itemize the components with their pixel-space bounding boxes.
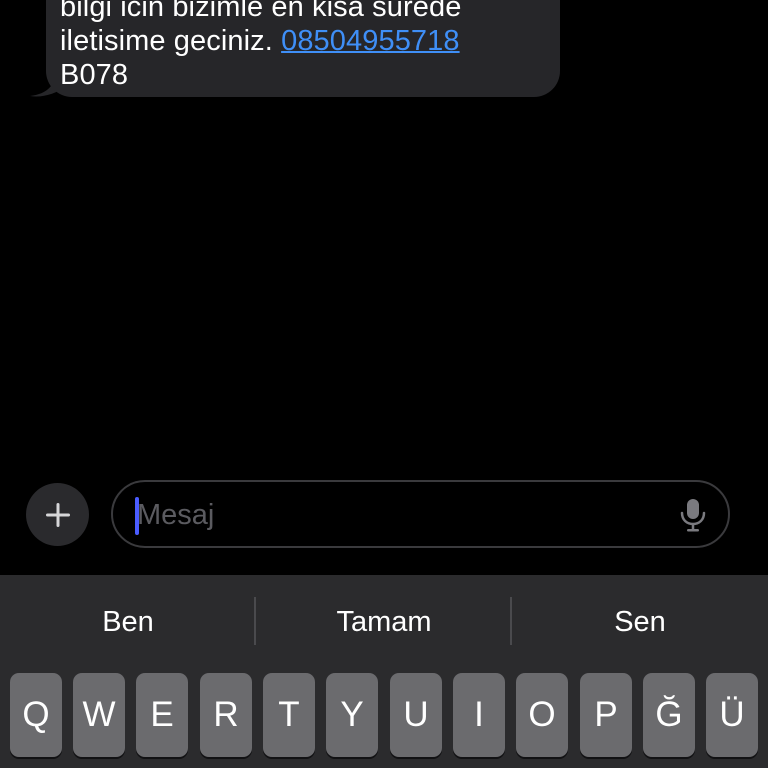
key-o[interactable]: O <box>516 673 568 757</box>
message-input-container[interactable] <box>111 480 730 548</box>
key-u-umlaut[interactable]: Ü <box>706 673 758 757</box>
message-line-1: bilgi icin bizimle en kisa surede <box>60 0 462 23</box>
keyboard-row-1: Q W E R T Y U I O P Ğ Ü <box>10 673 758 757</box>
phone-number-link[interactable]: 08504955718 <box>281 25 460 57</box>
key-u[interactable]: U <box>390 673 442 757</box>
suggestion-1[interactable]: Ben <box>0 597 256 647</box>
key-w[interactable]: W <box>73 673 125 757</box>
message-line-2: iletisime geciniz. 08504955718 <box>60 24 546 58</box>
key-t[interactable]: T <box>263 673 315 757</box>
key-r[interactable]: R <box>200 673 252 757</box>
message-line-3: B078 <box>60 59 129 91</box>
key-y[interactable]: Y <box>326 673 378 757</box>
key-p[interactable]: P <box>580 673 632 757</box>
key-e[interactable]: E <box>136 673 188 757</box>
predictive-text-bar: Ben Tamam Sen <box>0 575 768 669</box>
plus-icon <box>45 502 70 527</box>
messages-screen: bilgi icin bizimle en kisa surede iletis… <box>0 0 768 768</box>
keyboard: Ben Tamam Sen Q W E R T Y U I O P Ğ Ü <box>0 575 768 768</box>
key-i[interactable]: I <box>453 673 505 757</box>
suggestion-3[interactable]: Sen <box>512 597 768 647</box>
key-q[interactable]: Q <box>10 673 62 757</box>
key-g-breve[interactable]: Ğ <box>643 673 695 757</box>
message-line-2-text: iletisime geciniz. <box>60 25 282 57</box>
message-input[interactable] <box>137 496 657 534</box>
add-attachment-button[interactable] <box>26 483 89 546</box>
suggestion-2[interactable]: Tamam <box>256 597 512 647</box>
microphone-icon[interactable] <box>679 498 707 532</box>
incoming-message-bubble[interactable]: bilgi icin bizimle en kisa surede iletis… <box>46 0 560 97</box>
